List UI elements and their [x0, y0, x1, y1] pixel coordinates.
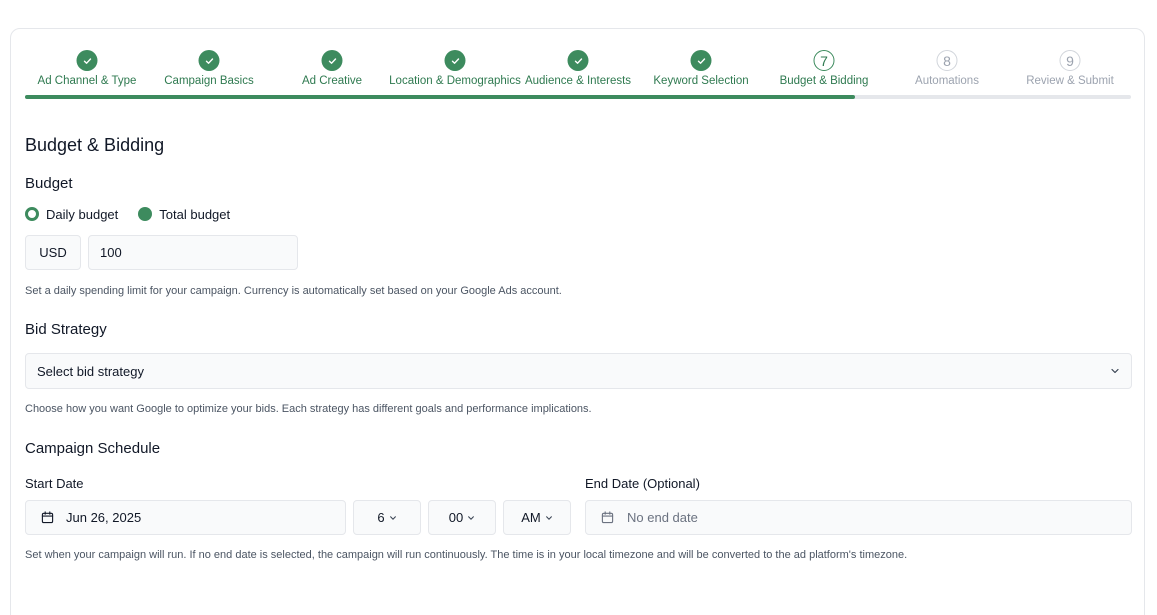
bid-strategy-heading: Bid Strategy — [25, 321, 107, 338]
step-number: 9 — [1059, 50, 1081, 71]
currency-display: USD — [25, 235, 81, 270]
schedule-help-text: Set when your campaign will run. If no e… — [25, 549, 908, 561]
step-complete-check-icon — [567, 50, 589, 71]
step-automations[interactable]: 8 Automations — [885, 49, 1009, 93]
step-number: 8 — [936, 50, 958, 71]
step-campaign-basics[interactable]: Campaign Basics — [147, 49, 271, 93]
bid-strategy-placeholder: Select bid strategy — [37, 363, 144, 379]
progress-bar-fill — [25, 95, 855, 99]
progress-bar — [25, 95, 1131, 99]
total-budget-label: Total budget — [159, 206, 231, 222]
end-date-picker[interactable]: No end date — [585, 500, 1132, 535]
end-date-placeholder: No end date — [627, 510, 698, 525]
step-ad-creative[interactable]: Ad Creative — [270, 49, 394, 93]
budget-type-radio-group: Daily budget Total budget — [25, 205, 250, 223]
hour-value: 6 — [377, 510, 385, 525]
campaign-schedule-heading: Campaign Schedule — [25, 440, 161, 457]
step-number: 7 — [813, 50, 835, 71]
minute-value: 00 — [448, 510, 464, 525]
daily-budget-label: Daily budget — [46, 206, 119, 222]
end-date-label: End Date (Optional) — [585, 476, 700, 491]
step-complete-check-icon — [321, 50, 343, 71]
calendar-icon — [601, 511, 614, 524]
step-complete-check-icon — [76, 50, 98, 71]
start-date-picker[interactable]: Jun 26, 2025 — [25, 500, 346, 535]
step-location-demographics[interactable]: Location & Demographics — [389, 49, 521, 93]
bid-strategy-help-text: Choose how you want Google to optimize y… — [25, 403, 592, 415]
step-complete-check-icon — [690, 50, 712, 71]
chevron-down-icon — [545, 515, 552, 520]
total-budget-radio[interactable]: Total budget — [138, 207, 230, 222]
budget-amount-input[interactable]: 100 — [88, 235, 298, 270]
ampm-select[interactable]: AM — [503, 500, 571, 535]
chevron-down-icon — [468, 515, 475, 520]
bid-strategy-select[interactable]: Select bid strategy — [25, 353, 1132, 389]
budget-heading: Budget — [25, 175, 73, 192]
step-budget-bidding[interactable]: 7 Budget & Bidding — [762, 49, 886, 93]
ampm-value: AM — [521, 510, 541, 525]
radio-dot-icon — [138, 207, 153, 221]
daily-budget-radio[interactable]: Daily budget — [25, 207, 118, 222]
step-keyword-selection[interactable]: Keyword Selection — [639, 49, 763, 93]
step-label: Review & Submit — [1026, 75, 1114, 87]
stepper: Ad Channel & Type Campaign Basics Ad Cre… — [25, 49, 1131, 101]
step-review-submit[interactable]: 9 Review & Submit — [1008, 49, 1132, 93]
step-audience-interests[interactable]: Audience & Interests — [516, 49, 640, 93]
page-title: Budget & Bidding — [25, 135, 165, 155]
hour-select[interactable]: 6 — [353, 500, 421, 535]
start-date-label: Start Date — [25, 476, 84, 491]
chevron-down-icon — [389, 515, 396, 520]
radio-selected-icon — [25, 207, 39, 221]
start-date-value: Jun 26, 2025 — [66, 510, 142, 525]
chevron-down-icon — [1111, 368, 1119, 374]
budget-help-text: Set a daily spending limit for your camp… — [25, 285, 562, 297]
wizard-card: Ad Channel & Type Campaign Basics Ad Cre… — [10, 28, 1145, 615]
step-complete-check-icon — [198, 50, 220, 71]
step-complete-check-icon — [444, 50, 466, 71]
minute-select[interactable]: 00 — [428, 500, 496, 535]
calendar-icon — [41, 511, 54, 524]
step-ad-channel-type[interactable]: Ad Channel & Type — [25, 49, 149, 93]
